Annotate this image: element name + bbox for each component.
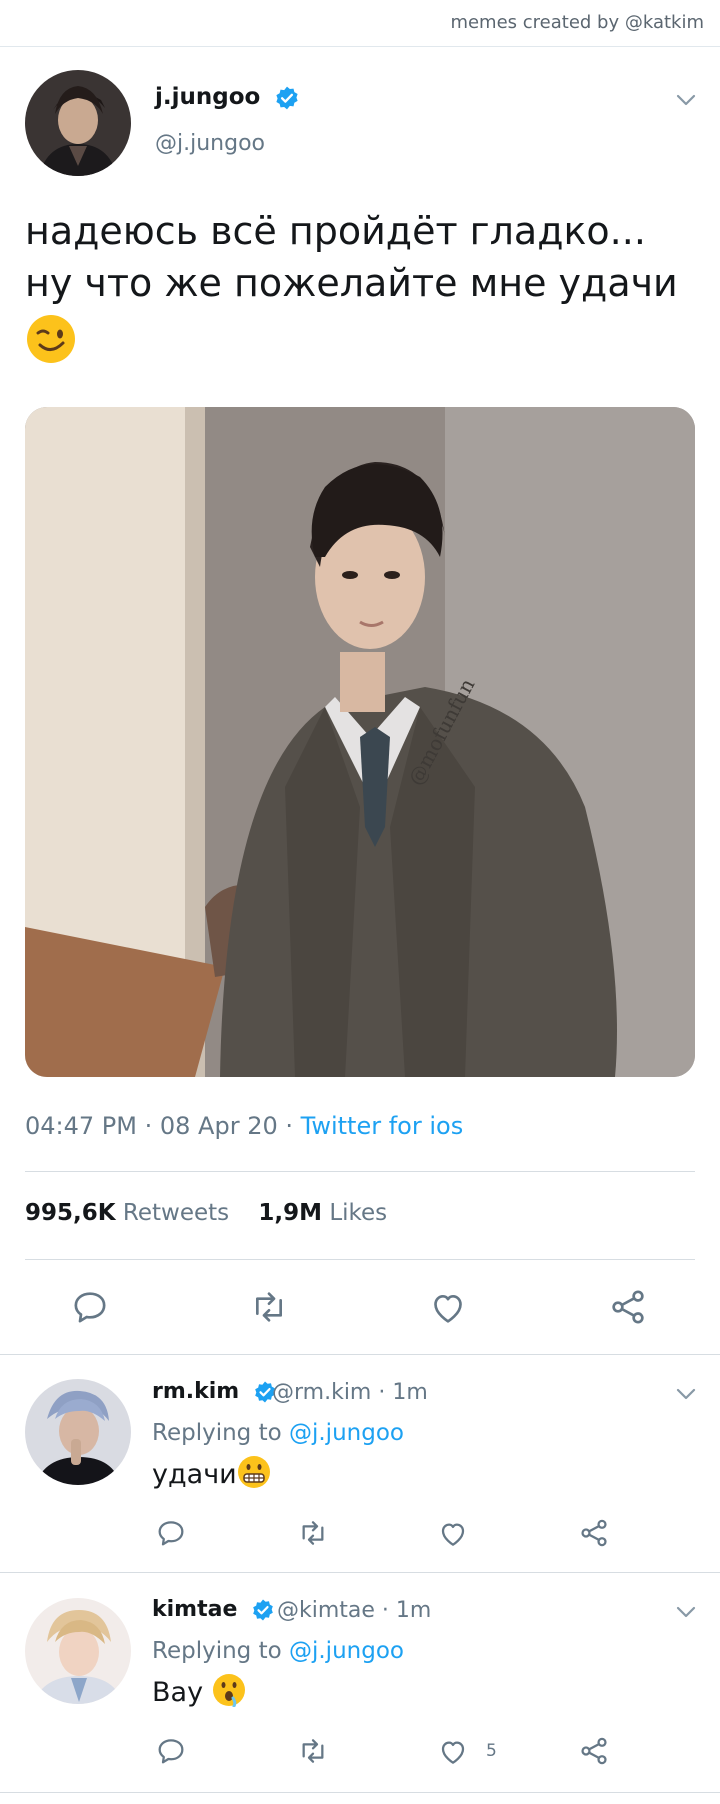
- meta-separator: ·: [285, 1112, 301, 1140]
- divider: [25, 1259, 695, 1260]
- replying-to: Replying to @j.jungoo: [152, 1638, 404, 1664]
- astonished-face-emoji-icon: [212, 1674, 245, 1708]
- tweet-text-line-1: надеюсь всё пройдёт гладко...: [25, 209, 646, 253]
- reply-author-name-text: kimtae: [152, 1597, 238, 1622]
- retweet-icon[interactable]: [248, 1287, 290, 1327]
- retweets-count: 995,6K: [25, 1200, 116, 1226]
- retweet-icon[interactable]: [296, 1735, 330, 1767]
- chevron-down-icon[interactable]: [674, 88, 698, 112]
- retweets-label: Retweets: [122, 1200, 230, 1226]
- likes-label: Likes: [329, 1200, 388, 1226]
- tweet-date: 08 Apr 20: [159, 1112, 278, 1140]
- tweet-photo[interactable]: @mofunfun: [25, 407, 695, 1077]
- reply-author-name[interactable]: kimtae: [152, 1597, 275, 1622]
- meme-credit: memes created by @katkim: [450, 12, 704, 33]
- divider: [0, 1354, 720, 1355]
- reply-icon[interactable]: [155, 1735, 187, 1767]
- reply-text: Вау: [152, 1673, 246, 1708]
- author-name[interactable]: j.jungoo: [155, 84, 300, 111]
- replying-to: Replying to @j.jungoo: [152, 1420, 404, 1446]
- likes-count: 1,9M: [258, 1200, 323, 1226]
- reply-handle-time: @kimtae · 1m: [277, 1598, 432, 1623]
- author-name-text: j.jungoo: [155, 84, 261, 110]
- reply-time: 1m: [395, 1598, 432, 1623]
- tweet-text-line-2: ну что же пожелайте мне удачи: [25, 261, 678, 305]
- reply-time: 1m: [392, 1380, 428, 1405]
- like-icon[interactable]: [437, 1518, 469, 1550]
- winking-face-emoji-icon: [27, 315, 75, 363]
- divider: [25, 1171, 695, 1172]
- author-handle[interactable]: @j.jungoo: [155, 131, 265, 156]
- top-divider: [0, 46, 720, 47]
- reply-author-name[interactable]: rm.kim: [152, 1379, 277, 1404]
- meta-separator: ·: [144, 1112, 160, 1140]
- share-icon[interactable]: [578, 1735, 610, 1767]
- retweets-stat[interactable]: 995,6K Retweets: [25, 1200, 229, 1226]
- share-icon[interactable]: [578, 1517, 610, 1549]
- tweet-meta: 04:47 PM · 08 Apr 20 · Twitter for ios: [25, 1112, 463, 1140]
- reply-handle-time: @rm.kim · 1m: [272, 1380, 428, 1405]
- reply-handle[interactable]: @rm.kim: [272, 1380, 371, 1405]
- grimacing-face-emoji-icon: [237, 1456, 270, 1488]
- tweet-time: 04:47 PM: [25, 1112, 137, 1140]
- reply-handle[interactable]: @kimtae: [277, 1598, 375, 1623]
- verified-badge-icon: [253, 1599, 273, 1621]
- author-avatar[interactable]: [25, 70, 131, 176]
- replying-target-link[interactable]: @j.jungoo: [289, 1420, 404, 1446]
- reply-text: удачи: [152, 1455, 271, 1490]
- like-icon[interactable]: [428, 1288, 468, 1328]
- retweet-icon[interactable]: [296, 1517, 330, 1549]
- divider: [0, 1572, 720, 1573]
- tweet-text: надеюсь всё пройдёт гладко... ну что же …: [25, 205, 695, 365]
- tweet-source-link[interactable]: Twitter for ios: [301, 1112, 464, 1140]
- reply-author-name-text: rm.kim: [152, 1379, 240, 1404]
- replying-prefix: Replying to: [152, 1420, 282, 1446]
- reply-avatar[interactable]: [25, 1379, 131, 1485]
- share-icon[interactable]: [608, 1287, 648, 1327]
- reply-text-content: удачи: [152, 1459, 237, 1490]
- reply-icon[interactable]: [70, 1287, 110, 1327]
- reply-icon[interactable]: [155, 1517, 187, 1549]
- verified-badge-icon: [276, 86, 298, 109]
- likes-stat[interactable]: 1,9M Likes: [258, 1200, 387, 1226]
- reply-avatar[interactable]: [25, 1598, 131, 1704]
- chevron-down-icon[interactable]: [674, 1382, 698, 1406]
- chevron-down-icon[interactable]: [674, 1600, 698, 1624]
- tweet-stats: 995,6K Retweets 1,9M Likes: [25, 1200, 387, 1226]
- reply-text-content: Вау: [152, 1677, 204, 1708]
- like-icon[interactable]: [437, 1736, 469, 1768]
- divider: [0, 1792, 720, 1793]
- replying-prefix: Replying to: [152, 1638, 282, 1664]
- reply-like-count: 5: [486, 1741, 497, 1761]
- replying-target-link[interactable]: @j.jungoo: [289, 1638, 404, 1664]
